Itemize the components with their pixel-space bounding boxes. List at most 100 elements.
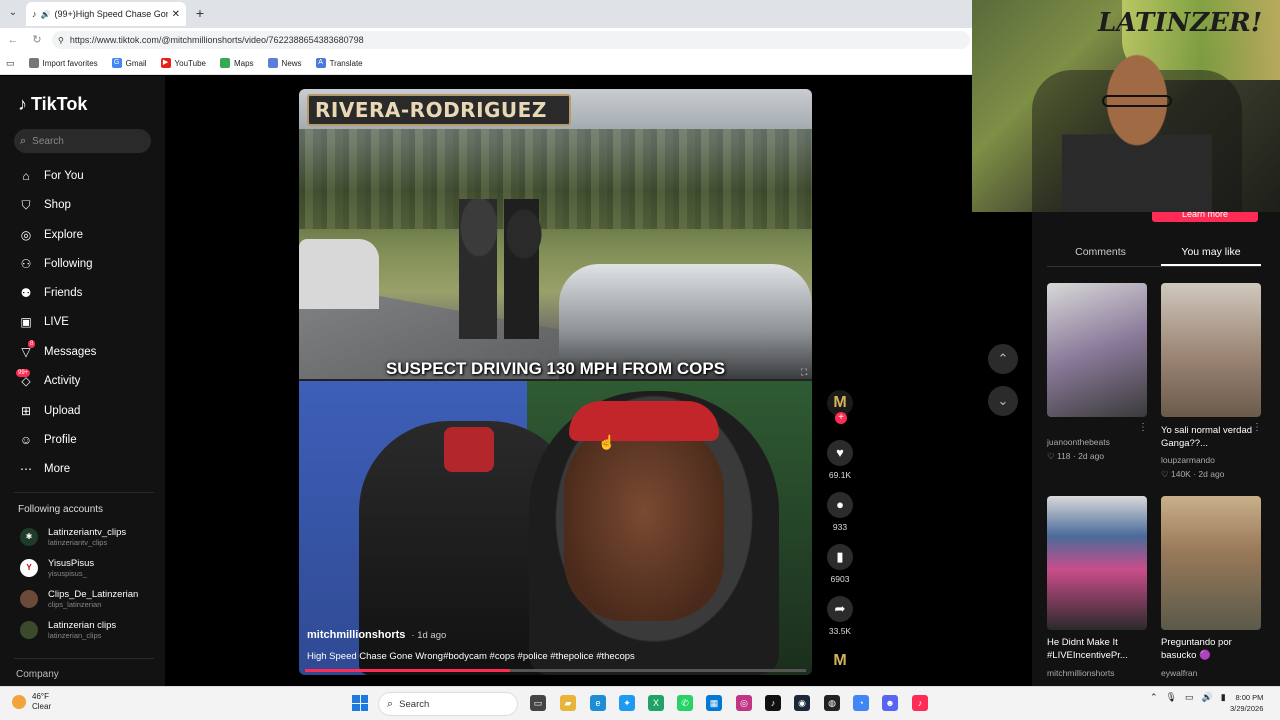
nav-explore[interactable]: ◎ Explore [18, 226, 83, 244]
account-item[interactable]: Clips_De_Latinzerian clips_latinzerian [20, 589, 138, 609]
network-icon[interactable]: ▭ [1185, 692, 1194, 703]
account-item[interactable]: Latinzerian clips latinzerian_clips [20, 620, 116, 640]
bookmark-gmail[interactable]: G Gmail [111, 58, 147, 68]
bookmark-maps[interactable]: Maps [219, 58, 254, 68]
close-tab-icon[interactable]: ✕ [172, 9, 180, 20]
company-link[interactable]: Company [16, 669, 59, 680]
steam-icon[interactable]: ◉ [794, 695, 810, 711]
nav-profile[interactable]: ☺ Profile [18, 431, 77, 449]
comment-button[interactable]: ● 933 [825, 492, 855, 532]
bookmark-youtube[interactable]: ▶ YouTube [160, 58, 206, 68]
nav-messages[interactable]: ▽ 8 Messages [18, 340, 96, 361]
volume-icon[interactable]: 🔊 [1202, 692, 1213, 703]
tiktok-live-icon[interactable]: ♪ [912, 695, 928, 711]
nav-for-you[interactable]: ⌂ For You [18, 167, 83, 185]
recommendation-author[interactable]: mitchmillionshorts [1047, 668, 1147, 678]
excel-icon[interactable]: X [648, 695, 664, 711]
tiktok-logo[interactable]: ♪ TikTok [18, 94, 87, 115]
edge-icon[interactable]: e [590, 695, 606, 711]
back-icon[interactable]: ← [6, 33, 20, 47]
discord-icon[interactable]: ☻ [882, 695, 898, 711]
recommendation-thumbnail[interactable] [1161, 496, 1261, 630]
tab-list-chevron-icon[interactable]: ⌄ [6, 7, 20, 21]
taskbar-search-label: Search [399, 698, 430, 710]
tab-title: (99+)High Speed Chase Gone [54, 9, 168, 19]
sidebar-divider [14, 658, 154, 659]
recommendation-title[interactable]: Yo sali normal verdad Ganga??... [1161, 424, 1261, 450]
search-input[interactable]: ⌕ Search [14, 129, 151, 153]
battery-icon[interactable]: ▮ [1221, 692, 1226, 703]
nav-label: Shop [44, 199, 71, 211]
clock[interactable]: 8:00 PM 3/29/2026 [1230, 692, 1263, 714]
video-progress-bar[interactable] [305, 669, 806, 672]
new-tab-button[interactable]: + [192, 5, 208, 21]
share-button[interactable]: ➦ 33.5K [825, 596, 855, 636]
comment-count: 933 [832, 522, 848, 532]
author-name[interactable]: mitchmillionshorts [307, 629, 405, 641]
nav-following[interactable]: ⚇ Following [18, 255, 93, 273]
save-button[interactable]: ▮ 6903 [825, 544, 855, 584]
follow-plus-icon[interactable]: + [835, 412, 847, 424]
account-name: Latinzeriantv_clips [48, 527, 127, 538]
previous-video-button[interactable]: ⌃ [988, 344, 1018, 374]
nav-activity[interactable]: ◇ 99+ Activity [16, 369, 80, 390]
like-button[interactable]: ♥ 69.1K [825, 440, 855, 480]
chevron-up-icon: ⌃ [997, 351, 1009, 366]
twitter-icon[interactable]: ✦ [619, 695, 635, 711]
bookmarks-menu-icon[interactable]: ▭ [6, 58, 15, 69]
bookmark-news[interactable]: News [267, 58, 302, 68]
store-icon[interactable]: ▦ [706, 695, 722, 711]
account-item[interactable]: Y YisusPisus yisuspisus_ [20, 558, 94, 578]
chevron-up-icon[interactable]: ⌃ [1150, 692, 1158, 703]
task-view-icon[interactable]: ▭ [530, 695, 546, 711]
recommendation-title[interactable]: He Didnt Make It #LIVEIncentivePr... [1047, 636, 1147, 662]
chrome-icon[interactable]: ◔ [853, 695, 869, 711]
tab-you-may-like[interactable]: You may like [1161, 246, 1261, 258]
bookmark-translate[interactable]: A Translate [315, 58, 363, 68]
microphone-icon[interactable]: 🎙 [1166, 692, 1177, 703]
messages-icon: ▽ 8 [21, 340, 36, 359]
chevron-down-icon: ⌄ [997, 393, 1009, 408]
browser-tab[interactable]: ♪ 🔊 (99+)High Speed Chase Gone ✕ [26, 2, 186, 26]
recommendation-title[interactable]: Preguntando por basucko 🟣 [1161, 636, 1261, 662]
import-icon [28, 58, 39, 68]
obs-icon[interactable]: ◍ [824, 695, 840, 711]
nav-friends[interactable]: ⚉ Friends [18, 284, 83, 302]
video-description[interactable]: High Speed Chase Gone Wrong#bodycam #cop… [307, 651, 635, 662]
video-player[interactable]: RIVERA-RODRIGUEZ SUSPECT DRIVING 130 MPH… [299, 89, 812, 675]
account-name: Latinzerian clips [48, 620, 117, 631]
more-options-icon[interactable]: ⋮ [1138, 422, 1148, 433]
author-line: mitchmillionshorts · 1d ago [307, 629, 446, 641]
recommendation-thumbnail[interactable] [1047, 496, 1147, 630]
whatsapp-icon[interactable]: ✆ [677, 695, 693, 711]
taskbar-search[interactable]: ⌕ Search [378, 692, 518, 716]
site-info-icon[interactable]: ⚲ [58, 36, 64, 45]
nav-upload[interactable]: ⊞ Upload [18, 402, 80, 420]
music-disc-icon[interactable]: M [827, 648, 853, 674]
reload-icon[interactable]: ↻ [30, 33, 44, 47]
account-item[interactable]: ✱ Latinzeriantv_clips latinzeriantv_clips [20, 527, 126, 547]
nav-shop[interactable]: ⛉ Shop [18, 196, 71, 214]
nav-live[interactable]: ▣ LIVE [18, 313, 69, 331]
expand-icon[interactable]: ⛶ [801, 367, 807, 378]
audio-icon[interactable]: 🔊 [41, 10, 51, 19]
recommendation-thumbnail[interactable] [1047, 283, 1147, 417]
bookmark-label: Translate [329, 58, 363, 68]
next-video-button[interactable]: ⌄ [988, 386, 1018, 416]
instagram-icon[interactable]: ◎ [736, 695, 752, 711]
friends-icon: ⚉ [20, 286, 32, 300]
recommendation-thumbnail[interactable] [1161, 283, 1261, 417]
file-explorer-icon[interactable]: ▰ [560, 695, 576, 711]
windows-start-icon[interactable] [352, 695, 368, 711]
recommendation-author[interactable]: juanoonthebeats [1047, 437, 1147, 447]
recommendation-author[interactable]: loupzarmando [1161, 455, 1261, 465]
tiktok-icon[interactable]: ♪ [765, 695, 781, 711]
recommendation-author[interactable]: eywalfran [1161, 668, 1261, 678]
bookmark-import-favorites[interactable]: Import favorites [28, 58, 98, 68]
bookmark-icon: ▮ [827, 544, 853, 570]
active-tab-underline [1161, 264, 1261, 266]
tab-comments[interactable]: Comments [1047, 246, 1154, 258]
weather-widget[interactable]: 46°F Clear [12, 692, 51, 712]
nav-more[interactable]: ⋯ More [18, 460, 70, 478]
url-field[interactable]: ⚲ https://www.tiktok.com/@mitchmillionsh… [52, 31, 970, 49]
